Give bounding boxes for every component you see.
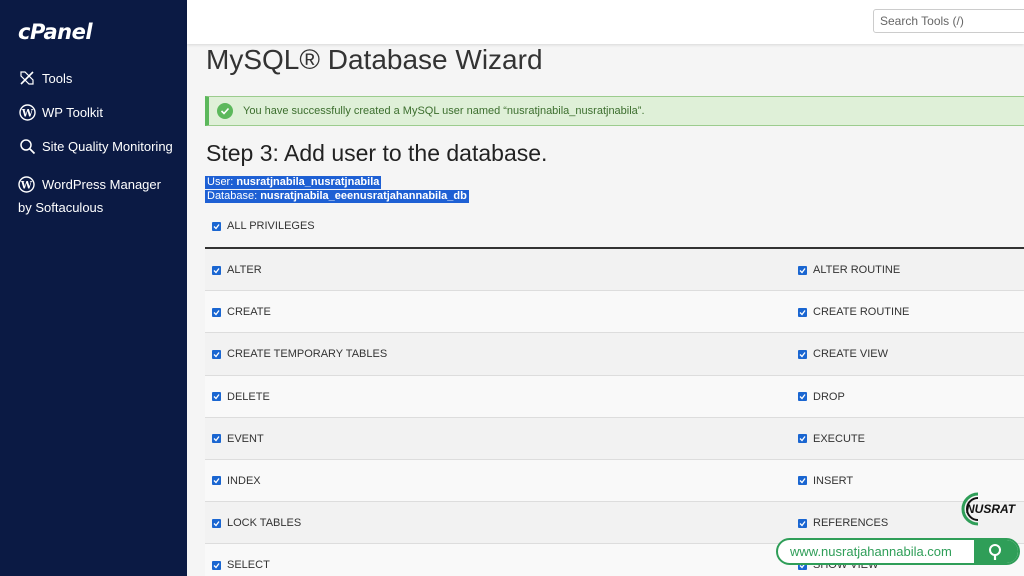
tools-icon xyxy=(18,69,36,87)
privilege-label: CREATE TEMPORARY TABLES xyxy=(227,348,388,361)
privilege-checkbox[interactable] xyxy=(798,434,807,444)
sidebar-item-label: Tools xyxy=(42,70,73,86)
sidebar-item-label: Site Quality Monitoring xyxy=(42,138,173,154)
sidebar-item-label: WordPress Manager by Softaculous xyxy=(18,177,161,215)
check-circle-icon xyxy=(217,103,233,119)
privilege-label: DROP xyxy=(813,390,845,403)
search-tools-input[interactable] xyxy=(873,9,1024,33)
table-row: ALTER ALTER ROUTINE xyxy=(205,249,1024,292)
watermark-logo-text: NUSRAT xyxy=(966,502,1017,516)
watermark-url-bar: www.nusratjahannabila.com xyxy=(776,538,1020,565)
privilege-option[interactable]: LOCK TABLES xyxy=(212,502,301,544)
privileges-table: ALTER ALTER ROUTINE CREATE CREATE ROUTIN… xyxy=(205,249,1024,576)
privilege-checkbox[interactable] xyxy=(798,392,807,402)
success-alert: You have successfully created a MySQL us… xyxy=(205,96,1024,126)
privilege-option[interactable]: INSERT xyxy=(798,460,853,502)
privilege-label: REFERENCES xyxy=(813,517,889,530)
magnifier-icon xyxy=(18,137,36,155)
privilege-option[interactable]: SELECT xyxy=(212,544,270,576)
privilege-label: CREATE VIEW xyxy=(813,348,888,361)
sidebar-item-label: WP Toolkit xyxy=(42,104,103,120)
all-privileges-label: ALL PRIVILEGES xyxy=(227,220,315,232)
privilege-label: LOCK TABLES xyxy=(227,517,302,530)
table-row: EVENT EXECUTE xyxy=(205,417,1024,460)
cpanel-logo[interactable]: cPanel xyxy=(18,20,93,44)
privilege-checkbox[interactable] xyxy=(212,392,221,402)
sidebar-item-wp-toolkit[interactable]: W WP Toolkit xyxy=(18,103,103,121)
privilege-option[interactable]: ALTER ROUTINE xyxy=(798,249,900,291)
wordpress-icon: W xyxy=(18,176,36,194)
privilege-option[interactable]: EVENT xyxy=(212,418,264,460)
privilege-label: CREATE xyxy=(227,306,271,319)
all-privileges-option[interactable]: ALL PRIVILEGES xyxy=(212,220,315,232)
table-row: CREATE CREATE ROUTINE xyxy=(205,291,1024,334)
database-label: Database: xyxy=(207,190,261,202)
all-privileges-checkbox[interactable] xyxy=(212,221,221,231)
privilege-checkbox[interactable] xyxy=(212,349,221,359)
privilege-checkbox[interactable] xyxy=(212,434,221,444)
privilege-label: ALTER ROUTINE xyxy=(813,264,901,276)
svg-text:W: W xyxy=(20,108,33,119)
privilege-checkbox[interactable] xyxy=(798,307,807,317)
table-row: INDEX INSERT xyxy=(205,459,1024,503)
privilege-checkbox[interactable] xyxy=(798,518,807,528)
privilege-label: ALTER xyxy=(227,264,262,276)
wordpress-icon: W xyxy=(18,103,36,121)
privilege-checkbox[interactable] xyxy=(212,265,221,275)
privilege-label: SELECT xyxy=(227,559,270,572)
alert-message: You have successfully created a MySQL us… xyxy=(243,105,645,117)
step-title: Step 3: Add user to the database. xyxy=(206,140,548,166)
watermark-logo: NUSRAT xyxy=(958,490,1018,528)
page-title: MySQL® Database Wizard xyxy=(206,44,543,75)
privilege-option[interactable]: CREATE TEMPORARY TABLES xyxy=(212,333,387,375)
privilege-label: EVENT xyxy=(227,432,264,445)
privilege-label: INSERT xyxy=(813,474,854,487)
sidebar-item-tools[interactable]: Tools xyxy=(18,69,72,87)
privilege-label: DELETE xyxy=(227,390,270,403)
table-row: CREATE TEMPORARY TABLES CREATE VIEW xyxy=(205,333,1024,376)
sidebar-item-site-quality[interactable]: Site Quality Monitoring xyxy=(18,137,173,155)
privilege-option[interactable]: DROP xyxy=(798,376,845,418)
watermark-url: www.nusratjahannabila.com xyxy=(790,544,952,559)
privilege-option[interactable]: ALTER xyxy=(212,249,262,291)
privilege-checkbox[interactable] xyxy=(212,476,221,486)
privilege-label: INDEX xyxy=(227,474,261,487)
top-bar xyxy=(187,0,1024,44)
privilege-checkbox[interactable] xyxy=(212,560,221,570)
database-info: Database: nusratjnabila_eeenusratjahanna… xyxy=(205,186,469,204)
privilege-option[interactable]: CREATE xyxy=(212,291,271,333)
database-value: nusratjnabila_eeenusratjahannabila_db xyxy=(260,190,467,202)
privilege-option[interactable]: CREATE VIEW xyxy=(798,333,888,375)
privilege-checkbox[interactable] xyxy=(212,307,221,317)
privilege-checkbox[interactable] xyxy=(798,265,807,275)
svg-text:W: W xyxy=(20,181,33,192)
privilege-checkbox[interactable] xyxy=(212,518,221,528)
privilege-label: CREATE ROUTINE xyxy=(813,306,910,319)
privilege-label: EXECUTE xyxy=(813,432,865,445)
search-icon xyxy=(974,540,1018,563)
table-row: DELETE DROP xyxy=(205,375,1024,418)
privilege-option[interactable]: INDEX xyxy=(212,460,261,502)
privilege-option[interactable]: EXECUTE xyxy=(798,418,865,460)
privilege-option[interactable]: CREATE ROUTINE xyxy=(798,291,909,333)
privilege-checkbox[interactable] xyxy=(798,349,807,359)
privilege-checkbox[interactable] xyxy=(798,476,807,486)
sidebar: cPanel Tools W WP Toolkit Site Quality M… xyxy=(0,0,187,576)
sidebar-item-wordpress-manager[interactable]: W WordPress Manager by Softaculous xyxy=(18,173,178,219)
privilege-option[interactable]: DELETE xyxy=(212,376,270,418)
